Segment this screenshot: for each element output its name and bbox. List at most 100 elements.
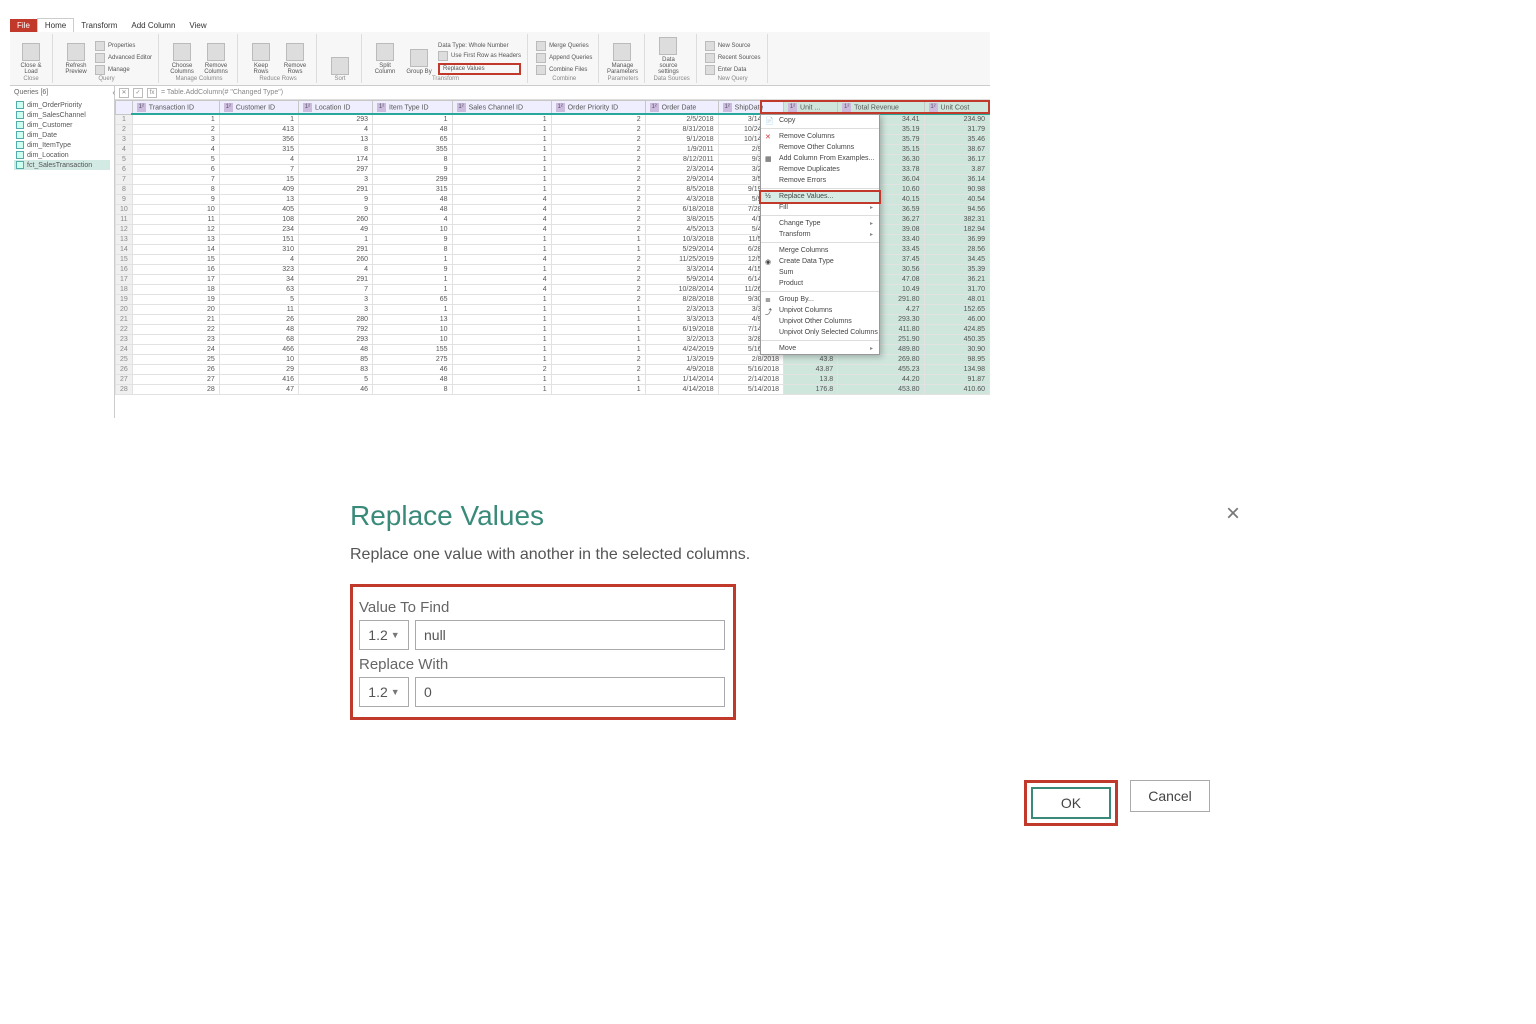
cell[interactable]: 291 — [298, 185, 372, 195]
cell[interactable]: 2 — [551, 185, 645, 195]
cell[interactable]: 2 — [551, 295, 645, 305]
cell[interactable]: 18 — [132, 285, 219, 295]
cell[interactable]: 8/5/2018 — [645, 185, 718, 195]
cancel-button[interactable]: Cancel — [1130, 780, 1210, 812]
tab-transform[interactable]: Transform — [74, 19, 124, 32]
cell[interactable]: 1 — [452, 385, 551, 395]
cell[interactable]: 48 — [373, 125, 453, 135]
cell[interactable]: 26 — [219, 315, 298, 325]
ctx-move[interactable]: Move▸ — [761, 343, 879, 354]
cell[interactable]: 2 — [551, 155, 645, 165]
cell[interactable]: 8/28/2018 — [645, 295, 718, 305]
query-item[interactable]: dim_OrderPriority — [14, 100, 110, 110]
ctx-product[interactable]: Product — [761, 278, 879, 289]
ctx-unpivot-other[interactable]: Unpivot Other Columns — [761, 316, 879, 327]
ctx-group-by[interactable]: ≣Group By... — [761, 294, 879, 305]
cell[interactable]: 7 — [219, 165, 298, 175]
cell[interactable]: 10/28/2014 — [645, 285, 718, 295]
table-row[interactable]: 25251085275121/3/20192/8/201843.8269.809… — [116, 355, 990, 365]
cell[interactable]: 280 — [298, 315, 372, 325]
cell[interactable]: 1 — [452, 135, 551, 145]
cell[interactable]: 48 — [373, 375, 453, 385]
table-row[interactable]: 2727416548111/14/20142/14/201813.844.209… — [116, 375, 990, 385]
close-load-button[interactable]: Close & Load — [16, 35, 46, 75]
cell[interactable]: 48.01 — [924, 295, 989, 305]
cell[interactable]: 48 — [373, 195, 453, 205]
cell[interactable]: 21 — [132, 315, 219, 325]
cell[interactable]: 2 — [452, 365, 551, 375]
cell[interactable]: 1 — [219, 115, 298, 125]
cell[interactable]: 453.80 — [838, 385, 924, 395]
cell[interactable]: 1 — [373, 285, 453, 295]
query-item[interactable]: fct_SalesTransaction — [14, 160, 110, 170]
cell[interactable]: 35.39 — [924, 265, 989, 275]
remove-columns-button[interactable]: Remove Columns — [201, 35, 231, 75]
cell[interactable]: 1/3/2019 — [645, 355, 718, 365]
replace-with-type-select[interactable]: 1.2▼ — [359, 677, 409, 707]
cell[interactable]: 3/8/2015 — [645, 215, 718, 225]
replace-with-input[interactable] — [415, 677, 725, 707]
cell[interactable]: 22 — [132, 325, 219, 335]
cell[interactable]: 10 — [219, 355, 298, 365]
cell[interactable]: 36.21 — [924, 275, 989, 285]
query-item[interactable]: dim_ItemType — [14, 140, 110, 150]
cell[interactable]: 4 — [298, 265, 372, 275]
cell[interactable]: 2 — [551, 215, 645, 225]
cell[interactable]: 1 — [452, 115, 551, 125]
ctx-transform[interactable]: Transform▸ — [761, 229, 879, 240]
cell[interactable]: 83 — [298, 365, 372, 375]
cell[interactable]: 31.70 — [924, 285, 989, 295]
cell[interactable]: 3 — [298, 295, 372, 305]
cell[interactable]: 1 — [551, 385, 645, 395]
cell[interactable]: 46 — [373, 365, 453, 375]
cell[interactable]: 5/16/2018 — [718, 365, 783, 375]
cell[interactable]: 182.94 — [924, 225, 989, 235]
cell[interactable]: 1 — [452, 165, 551, 175]
cell[interactable]: 40.54 — [924, 195, 989, 205]
cell[interactable]: 25 — [132, 355, 219, 365]
cell[interactable]: 29 — [219, 365, 298, 375]
cell[interactable]: 1 — [452, 185, 551, 195]
cell[interactable]: 4/5/2013 — [645, 225, 718, 235]
value-to-find-type-select[interactable]: 1.2▼ — [359, 620, 409, 650]
ctx-remove-errors[interactable]: Remove Errors — [761, 175, 879, 186]
append-queries-button[interactable]: Append Queries — [536, 53, 592, 63]
cell[interactable]: 4/14/2018 — [645, 385, 718, 395]
cell[interactable]: 413 — [219, 125, 298, 135]
cell[interactable]: 14 — [132, 245, 219, 255]
cell[interactable]: 48 — [219, 325, 298, 335]
cell[interactable]: 1 — [452, 175, 551, 185]
cell[interactable]: 30.90 — [924, 345, 989, 355]
cell[interactable]: 2/8/2018 — [718, 355, 783, 365]
cell[interactable]: 49 — [298, 225, 372, 235]
cell[interactable]: 2 — [551, 365, 645, 375]
tab-add-column[interactable]: Add Column — [124, 19, 182, 32]
cell[interactable]: 152.65 — [924, 305, 989, 315]
cell[interactable]: 26 — [132, 365, 219, 375]
cancel-formula-icon[interactable]: ✕ — [119, 88, 129, 98]
cell[interactable]: 2 — [551, 195, 645, 205]
cell[interactable]: 2 — [551, 355, 645, 365]
split-column-button[interactable]: Split Column — [370, 35, 400, 75]
cell[interactable]: 20 — [132, 305, 219, 315]
cell[interactable]: 13 — [132, 235, 219, 245]
cell[interactable]: 16 — [132, 265, 219, 275]
cell[interactable]: 8 — [132, 185, 219, 195]
cell[interactable]: 1 — [452, 355, 551, 365]
cell[interactable]: 98.95 — [924, 355, 989, 365]
cell[interactable]: 34.45 — [924, 255, 989, 265]
cell[interactable]: 7 — [298, 285, 372, 295]
cell[interactable]: 355 — [373, 145, 453, 155]
cell[interactable]: 35.46 — [924, 135, 989, 145]
cell[interactable]: 4 — [219, 155, 298, 165]
manage-button[interactable]: Manage — [95, 65, 152, 75]
cell[interactable]: 4 — [452, 195, 551, 205]
cell[interactable]: 4 — [219, 255, 298, 265]
cell[interactable]: 291 — [298, 275, 372, 285]
cell[interactable]: 5 — [219, 295, 298, 305]
cell[interactable]: 3 — [298, 305, 372, 315]
cell[interactable]: 151 — [219, 235, 298, 245]
cell[interactable]: 2 — [551, 205, 645, 215]
refresh-preview-button[interactable]: Refresh Preview — [61, 35, 91, 75]
cell[interactable]: 2 — [551, 175, 645, 185]
